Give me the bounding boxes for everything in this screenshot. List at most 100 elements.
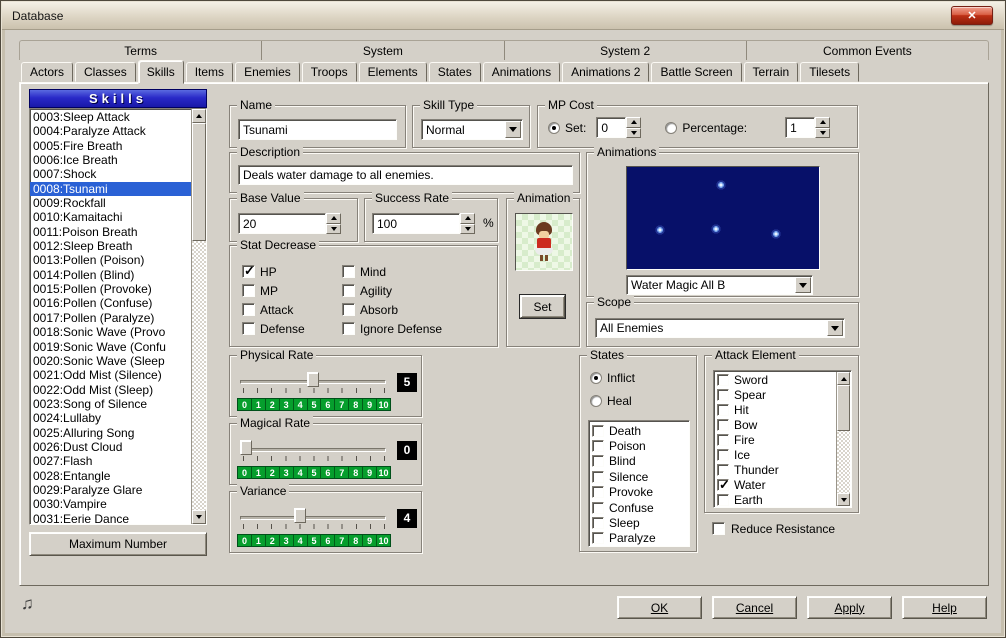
skill-list-item[interactable]: 0014:Pollen (Blind) [30,268,191,282]
skill-list-item[interactable]: 0006:Ice Breath [30,153,191,167]
states-heal-radio[interactable]: Heal [590,393,635,408]
scroll-thumb[interactable] [192,123,206,241]
skill-list-item[interactable]: 0030:Vampire [30,497,191,511]
skill-list-item[interactable]: 0027:Flash [30,454,191,468]
skill-list-item[interactable]: 0024:Lullaby [30,411,191,425]
scroll-thumb[interactable] [837,385,850,431]
scroll-down-button[interactable] [192,510,206,524]
skill-list-item[interactable]: 0017:Pollen (Paralyze) [30,311,191,325]
mp-cost-percentage-radio[interactable]: Percentage: [665,120,747,135]
spin-up-icon[interactable] [460,213,475,224]
scroll-up-button[interactable] [837,372,850,385]
animation-set-button[interactable]: Set [520,295,565,318]
spin-down-icon[interactable] [326,224,341,235]
cancel-button[interactable]: Cancel [712,596,797,619]
slider-thumb[interactable] [307,372,319,387]
element-checkbox[interactable]: Fire [717,433,835,448]
element-checkbox[interactable]: Spear [717,388,835,403]
close-button[interactable]: ✕ [951,6,993,25]
help-button[interactable]: Help [902,596,987,619]
dropdown-arrow-icon[interactable] [827,320,843,336]
stat-checkbox[interactable]: MP [242,283,305,298]
stat-checkbox[interactable]: Defense [242,321,305,336]
page-tab[interactable]: States [429,62,481,82]
page-tab[interactable]: Actors [21,62,73,82]
skill-list-item[interactable]: 0010:Kamaitachi [30,210,191,224]
page-tab[interactable]: Skills [138,60,184,84]
page-tab[interactable]: Troops [302,62,357,82]
page-tab[interactable]: Animations [483,62,560,82]
element-checkbox[interactable]: Sword [717,373,835,388]
skill-list-scrollbar[interactable] [191,109,206,524]
spin-buttons[interactable] [626,117,641,138]
skill-list-item[interactable]: 0031:Eerie Dance [30,512,191,524]
spin-up-icon[interactable] [626,117,641,128]
spin-up-icon[interactable] [326,213,341,224]
state-checkbox[interactable]: Silence [592,469,689,484]
maximum-number-button[interactable]: Maximum Number [29,532,207,556]
states-inflict-radio[interactable]: Inflict [590,370,635,385]
stat-checkbox[interactable]: HP [242,264,305,279]
skill-list-item[interactable]: 0016:Pollen (Confuse) [30,296,191,310]
spin-buttons[interactable] [815,117,830,138]
element-list-scrollbar[interactable] [836,372,850,506]
skill-type-dropdown[interactable]: Normal [421,119,523,140]
stat-checkbox[interactable]: Attack [242,302,305,317]
page-tab[interactable]: Items [186,62,233,82]
spin-up-icon[interactable] [815,117,830,128]
scroll-down-button[interactable] [837,493,850,506]
element-checkbox[interactable]: Ice [717,447,835,462]
page-tab[interactable]: Battle Screen [651,62,741,82]
page-tab[interactable]: Tilesets [800,62,859,82]
slider-thumb[interactable] [294,508,306,523]
skill-list-item[interactable]: 0022:Odd Mist (Sleep) [30,383,191,397]
magical-rate-slider[interactable] [238,439,388,461]
element-checkbox[interactable]: Water [717,477,835,492]
skill-list-item[interactable]: 0004:Paralyze Attack [30,124,191,138]
name-input[interactable]: Tsunami [238,119,397,140]
element-checkbox[interactable]: Hit [717,403,835,418]
skill-list-item[interactable]: 0015:Pollen (Provoke) [30,282,191,296]
mp-cost-set-radio[interactable]: Set: [548,120,586,135]
skill-list-item[interactable]: 0026:Dust Cloud [30,440,191,454]
scope-dropdown[interactable]: All Enemies [595,318,845,338]
base-value-spinner[interactable]: 20 [238,213,341,234]
stat-checkbox[interactable]: Absorb [342,302,442,317]
physical-rate-slider[interactable] [238,371,388,393]
skill-list-item[interactable]: 0028:Entangle [30,469,191,483]
spin-buttons[interactable] [326,213,341,234]
mp-cost-set-spinner[interactable]: 0 [596,117,641,138]
skill-list-item[interactable]: 0009:Rockfall [30,196,191,210]
element-checkbox[interactable]: Earth [717,492,835,507]
spin-down-icon[interactable] [815,128,830,139]
skill-list-item[interactable]: 0029:Paralyze Glare [30,483,191,497]
stat-checkbox[interactable]: Mind [342,264,442,279]
skill-list-item[interactable]: 0020:Sonic Wave (Sleep [30,354,191,368]
title-bar[interactable]: Database [2,2,1004,30]
state-checkbox[interactable]: Poison [592,438,689,453]
spin-buttons[interactable] [460,213,475,234]
state-checkbox[interactable]: Blind [592,454,689,469]
skill-list-item[interactable]: 0025:Alluring Song [30,426,191,440]
skill-list-item[interactable]: 0003:Sleep Attack [30,110,191,124]
variance-slider[interactable] [238,507,388,529]
state-checkbox[interactable]: Death [592,423,689,438]
skill-list-item[interactable]: 0008:Tsunami [30,182,191,196]
description-input[interactable]: Deals water damage to all enemies. [238,165,573,185]
dropdown-arrow-icon[interactable] [505,121,521,138]
page-tab[interactable]: Animations 2 [562,62,649,82]
skill-list-item[interactable]: 0023:Song of Silence [30,397,191,411]
page-tab[interactable]: Elements [359,62,427,82]
skill-list-item[interactable]: 0018:Sonic Wave (Provo [30,325,191,339]
page-tab[interactable]: Enemies [235,62,300,82]
mp-cost-percentage-spinner[interactable]: 1 [785,117,830,138]
skill-list-item[interactable]: 0007:Shock [30,167,191,181]
skill-list-item[interactable]: 0011:Poison Breath [30,225,191,239]
scroll-up-button[interactable] [192,109,206,123]
state-checkbox[interactable]: Confuse [592,500,689,515]
skill-list-item[interactable]: 0013:Pollen (Poison) [30,253,191,267]
skill-list-item[interactable]: 0021:Odd Mist (Silence) [30,368,191,382]
spin-down-icon[interactable] [460,224,475,235]
element-checkbox[interactable]: Thunder [717,462,835,477]
success-rate-spinner[interactable]: 100 [372,213,475,234]
